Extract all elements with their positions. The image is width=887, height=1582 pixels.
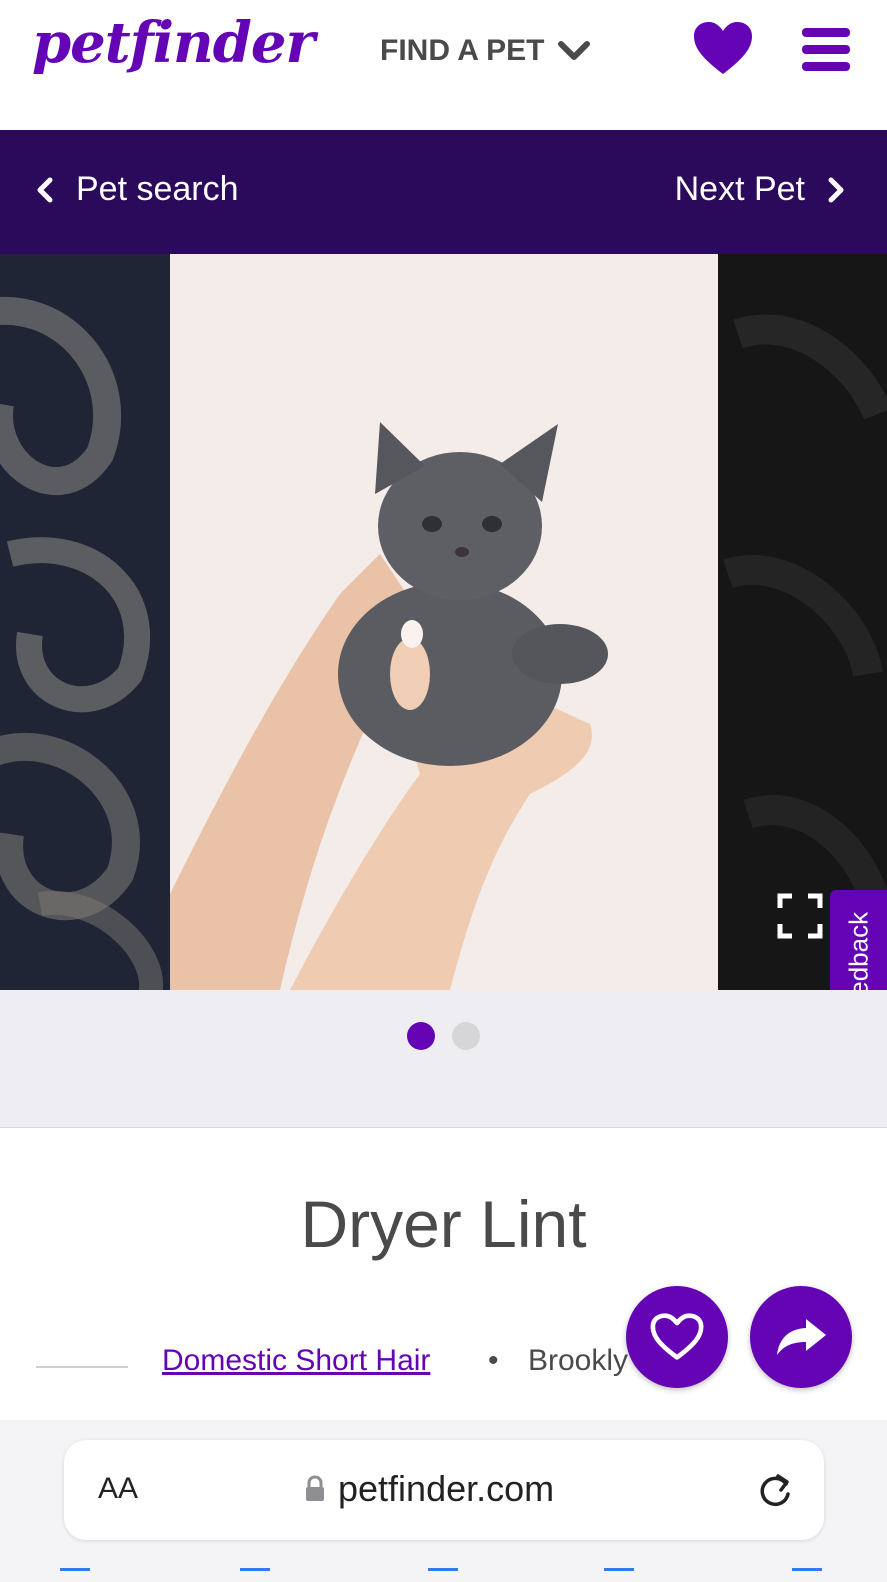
carousel-dot-1[interactable] [407, 1022, 435, 1050]
next-pet-label: Next Pet [674, 170, 805, 208]
petfinder-logo[interactable]: petfinder [32, 10, 315, 76]
favorite-button[interactable] [626, 1286, 728, 1388]
expand-icon[interactable] [776, 892, 824, 940]
pet-search-back-link[interactable]: Pet search [36, 170, 239, 209]
url-text: petfinder.com [338, 1468, 555, 1509]
site-header: petfinder FIND A PET [0, 0, 887, 130]
next-pet-link[interactable]: Next Pet [675, 170, 845, 209]
chevron-left-icon [37, 177, 53, 202]
chevron-down-icon [558, 41, 591, 60]
divider-line [36, 1366, 128, 1368]
menu-icon[interactable] [800, 24, 852, 76]
kitten-photo [170, 254, 718, 990]
separator-bullet: • [488, 1344, 499, 1377]
browser-bar: AA petfinder.com [0, 1420, 887, 1582]
reload-icon[interactable] [756, 1470, 794, 1510]
url-display[interactable]: petfinder.com [304, 1468, 554, 1510]
share-sheet-icon[interactable] [428, 1568, 458, 1582]
favorites-heart-icon[interactable] [692, 20, 754, 76]
photo-carousel[interactable] [0, 254, 887, 990]
carousel-pagination [0, 990, 887, 1128]
tabs-icon[interactable] [792, 1568, 822, 1582]
address-bar[interactable]: AA petfinder.com [64, 1440, 824, 1540]
pet-name: Dryer Lint [300, 1187, 587, 1261]
share-button[interactable] [750, 1286, 852, 1388]
share-icon [777, 1319, 826, 1355]
pet-search-label: Pet search [76, 170, 239, 208]
heart-outline-icon [650, 1313, 704, 1360]
find-a-pet-label: FIND A PET [380, 34, 545, 67]
bookmarks-icon[interactable] [604, 1568, 634, 1582]
carousel-dot-2[interactable] [452, 1022, 480, 1050]
back-arrow-icon[interactable] [60, 1568, 90, 1582]
find-a-pet-menu[interactable]: FIND A PET [380, 34, 591, 68]
breed-link[interactable]: Domestic Short Hair [162, 1344, 430, 1378]
forward-arrow-icon[interactable] [240, 1568, 270, 1582]
previous-photo-preview[interactable] [0, 254, 170, 990]
text-size-button[interactable]: AA [98, 1472, 138, 1506]
chevron-right-icon [828, 177, 844, 202]
pet-location: Brookly [528, 1344, 629, 1377]
pet-navigation-bar: Pet search Next Pet [0, 130, 887, 254]
lock-icon [306, 1475, 324, 1501]
next-photo-preview[interactable] [718, 254, 887, 990]
